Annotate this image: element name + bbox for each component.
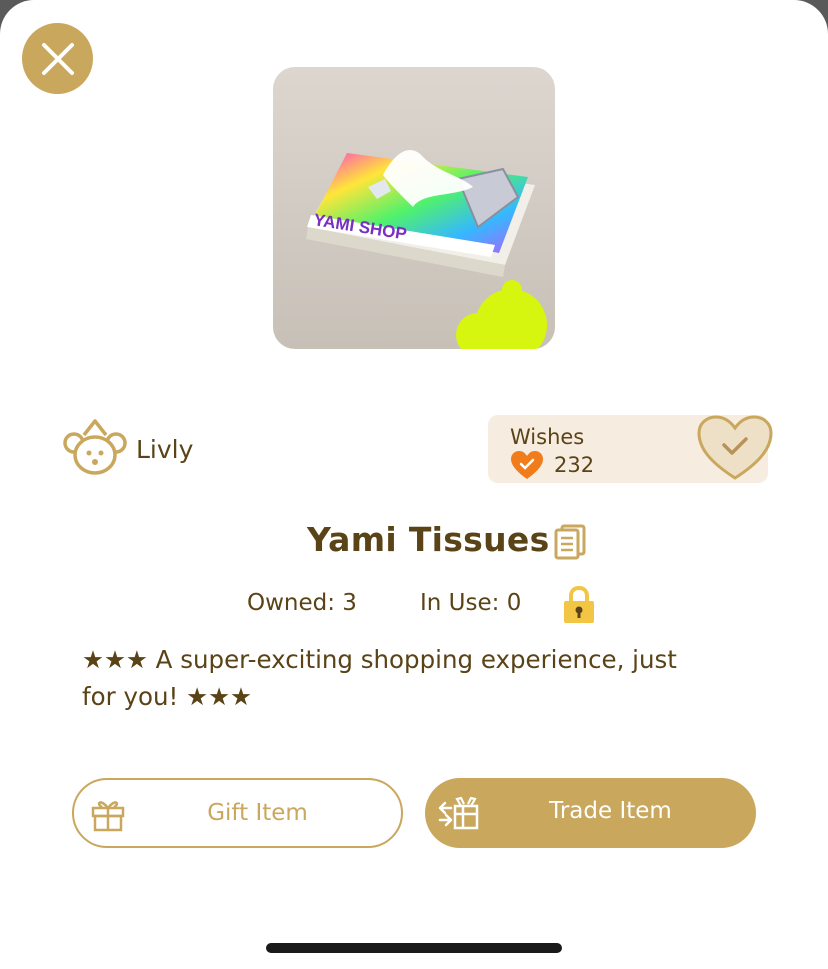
trade-item-button[interactable]: Trade Item: [425, 778, 756, 848]
wishes-label: Wishes: [510, 425, 585, 449]
close-button[interactable]: [22, 23, 93, 94]
wish-heart-button[interactable]: [696, 414, 774, 482]
gift-item-label: Gift Item: [207, 800, 308, 826]
home-indicator[interactable]: [266, 943, 562, 953]
item-description: ★★★ A super-exciting shopping experience…: [82, 645, 677, 711]
document-copy-icon[interactable]: [554, 524, 586, 560]
close-icon: [41, 42, 74, 75]
gift-item-button[interactable]: Gift Item: [72, 778, 403, 848]
wishes-count: 232: [554, 453, 595, 477]
item-detail-sheet: YAMI SHOP Livly Wishes 232 Yami Tissues: [0, 0, 828, 969]
owner-info: Livly: [62, 419, 193, 479]
trade-item-label: Trade Item: [549, 798, 672, 824]
item-title: Yami Tissues: [307, 520, 550, 559]
lock-icon[interactable]: [561, 585, 597, 625]
owned-count: Owned: 3: [247, 590, 357, 616]
title-row: Yami Tissues: [0, 518, 828, 566]
wishes-heart-icon: [511, 451, 543, 479]
bear-icon: [63, 419, 127, 475]
item-image-card: YAMI SHOP: [273, 67, 555, 349]
in-use-count: In Use: 0: [420, 590, 522, 616]
owner-name: Livly: [136, 434, 194, 464]
tissue-box-image: YAMI SHOP: [306, 150, 547, 349]
